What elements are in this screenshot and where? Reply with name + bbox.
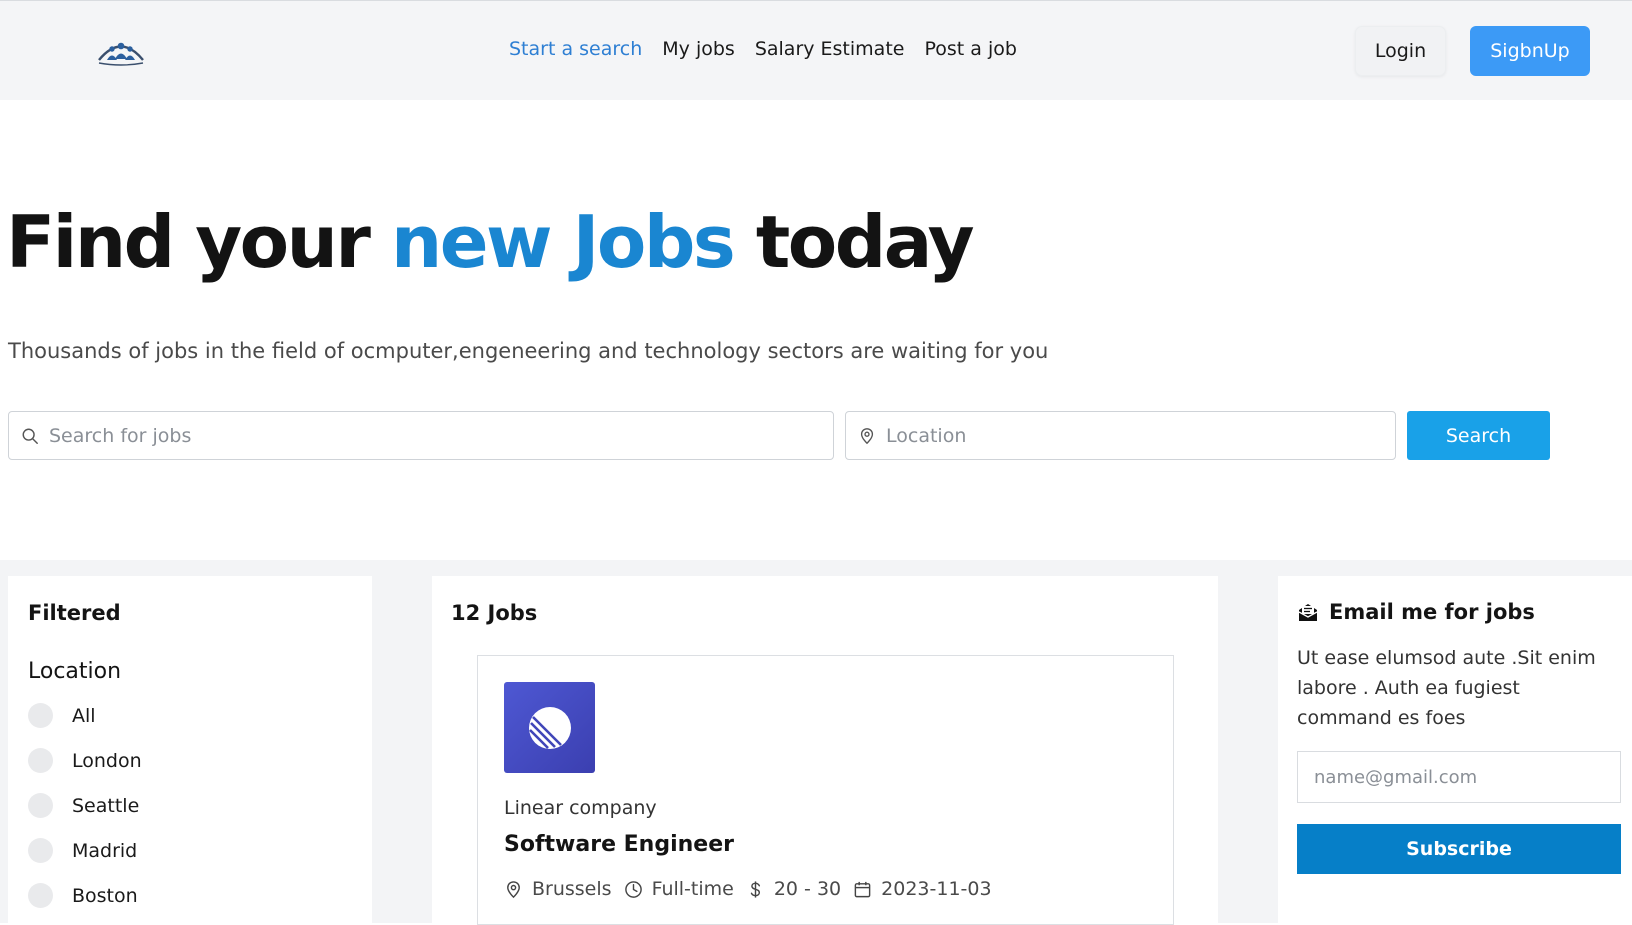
job-search-input[interactable] bbox=[49, 412, 833, 459]
search-button[interactable]: Search bbox=[1407, 411, 1550, 460]
location-pin-icon bbox=[860, 427, 874, 444]
radio-button[interactable] bbox=[28, 793, 53, 818]
email-alert-header: Email me for jobs bbox=[1297, 600, 1535, 624]
clock-icon bbox=[624, 880, 642, 898]
job-title[interactable]: Software Engineer bbox=[504, 832, 734, 857]
location-option-label: Madrid bbox=[72, 839, 138, 862]
job-date: 2023-11-03 bbox=[853, 878, 992, 900]
main-nav: Start a search My jobs Salary Estimate P… bbox=[509, 38, 1017, 60]
nav-start-search[interactable]: Start a search bbox=[509, 38, 642, 60]
job-meta: Brussels Full-time 20 - 30 2023-11-03 bbox=[504, 878, 1004, 900]
jobs-count: 12 Jobs bbox=[451, 601, 538, 625]
hero-title: Find your new Jobs today bbox=[6, 200, 975, 284]
hero-title-part1: Find your bbox=[6, 200, 391, 284]
email-field bbox=[1297, 751, 1621, 803]
job-date-text: 2023-11-03 bbox=[881, 878, 992, 900]
location-pin-icon bbox=[507, 880, 520, 898]
email-alert-title: Email me for jobs bbox=[1329, 600, 1535, 624]
location-option-boston[interactable]: Boston bbox=[28, 873, 142, 918]
hero-subtitle: Thousands of jobs in the field of ocmput… bbox=[8, 339, 1049, 363]
top-navbar: Start a search My jobs Salary Estimate P… bbox=[0, 0, 1632, 100]
job-type: Full-time bbox=[624, 878, 734, 900]
location-option-madrid[interactable]: Madrid bbox=[28, 828, 142, 873]
filter-title: Filtered bbox=[28, 601, 121, 625]
job-salary-text: 20 - 30 bbox=[773, 878, 842, 900]
job-location: Brussels bbox=[504, 878, 612, 900]
email-alert-panel: Email me for jobs Ut ease elumsod aute .… bbox=[1278, 576, 1632, 923]
nav-salary-estimate[interactable]: Salary Estimate bbox=[755, 38, 905, 60]
location-filter-heading: Location bbox=[28, 659, 122, 684]
location-option-label: Seattle bbox=[72, 794, 140, 817]
company-logo-icon bbox=[504, 682, 595, 773]
calendar-icon bbox=[854, 881, 871, 897]
location-search-box bbox=[845, 411, 1396, 460]
dollar-icon bbox=[750, 880, 760, 898]
location-filter-list: All London Seattle Madrid Boston bbox=[28, 693, 142, 918]
company-name: Linear company bbox=[504, 797, 657, 819]
radio-button[interactable] bbox=[28, 703, 53, 728]
email-input[interactable] bbox=[1314, 766, 1620, 788]
nav-my-jobs[interactable]: My jobs bbox=[662, 38, 735, 60]
login-button[interactable]: Login bbox=[1355, 26, 1446, 76]
people-group-logo-icon[interactable] bbox=[96, 35, 146, 67]
signup-button[interactable]: SigbnUp bbox=[1470, 26, 1590, 76]
email-alert-description: Ut ease elumsod aute .Sit enim labore . … bbox=[1297, 647, 1596, 729]
subscribe-button[interactable]: Subscribe bbox=[1297, 824, 1621, 874]
job-card[interactable]: Linear company Software Engineer Brussel… bbox=[477, 655, 1174, 925]
location-option-seattle[interactable]: Seattle bbox=[28, 783, 142, 828]
location-option-all[interactable]: All bbox=[28, 693, 142, 738]
radio-button[interactable] bbox=[28, 748, 53, 773]
radio-button[interactable] bbox=[28, 883, 53, 908]
location-option-label: Boston bbox=[72, 884, 138, 907]
location-input[interactable] bbox=[886, 412, 1395, 459]
search-icon bbox=[22, 428, 38, 444]
job-search-box bbox=[8, 411, 834, 460]
linear-logo-icon bbox=[528, 706, 571, 749]
job-location-text: Brussels bbox=[532, 878, 612, 900]
location-option-label: London bbox=[72, 749, 142, 772]
jobs-panel: 12 Jobs Linear company Software Engineer… bbox=[432, 576, 1218, 925]
radio-button[interactable] bbox=[28, 838, 53, 863]
location-option-london[interactable]: London bbox=[28, 738, 142, 783]
nav-post-job[interactable]: Post a job bbox=[924, 38, 1016, 60]
job-type-text: Full-time bbox=[651, 878, 734, 900]
job-salary: 20 - 30 bbox=[746, 878, 841, 900]
mail-envelope-icon bbox=[1298, 604, 1318, 621]
filter-panel: Filtered Location All London Seattle Mad… bbox=[8, 576, 372, 923]
hero-title-accent: new Jobs bbox=[390, 200, 736, 284]
location-option-label: All bbox=[72, 704, 96, 727]
hero-title-part2: today bbox=[733, 200, 975, 284]
